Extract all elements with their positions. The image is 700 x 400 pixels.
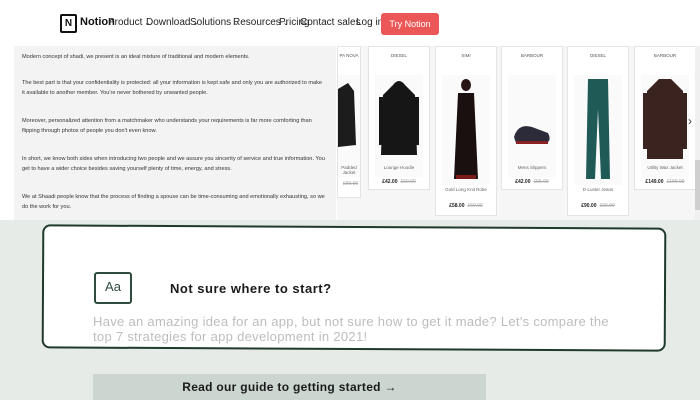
try-notion-free-button[interactable]: Try Notion free: [381, 13, 439, 51]
product-name: Padded Jacket: [341, 165, 357, 175]
product-old-price: £55.00: [533, 179, 549, 185]
nav-label: Product: [108, 17, 143, 28]
wax-jacket-icon: [641, 75, 689, 177]
contact-sales-link[interactable]: Contact sales: [300, 17, 361, 28]
product-name: Lounge Hoodie: [383, 165, 415, 170]
product-price: £149.00 £189.00: [635, 179, 695, 185]
product-name: D-Luster Jeans: [582, 187, 614, 192]
notion-logo-icon[interactable]: N: [60, 14, 77, 33]
slipper-icon: [508, 75, 556, 177]
jeans-icon: [574, 75, 622, 185]
product-price: £42.00 £60.00: [369, 179, 429, 185]
product-old-price: £99.99: [599, 203, 615, 209]
product-card[interactable]: DIESEL D-Luster Jeans £90.00 £99.99: [567, 46, 629, 216]
product-brand: PA NOVA: [339, 53, 359, 58]
article-paragraph: The best part is that your confidentiali…: [22, 80, 323, 96]
product-carousel: PA NOVA Padded Jacket £59.99 DIESEL Loun…: [337, 46, 700, 220]
product-old-price: £59.99: [342, 181, 359, 187]
product-name: Mens Slippers: [517, 165, 547, 170]
product-brand: SIMI: [461, 53, 471, 58]
callout-title: Not sure where to start?: [170, 281, 332, 296]
product-old-price: £189.00: [666, 179, 685, 185]
top-nav: N Notion Product ⌄ Download ⌄ Solutions ⌄ R…: [0, 0, 700, 51]
jacket-icon: [338, 75, 360, 177]
product-price: £59.99: [338, 181, 360, 187]
typography-icon: Aa: [94, 272, 132, 304]
article-paragraph: We at Shaadi people know that the proces…: [22, 194, 325, 210]
product-name: Utility Wax Jacket: [647, 165, 683, 170]
login-link[interactable]: Log in: [356, 17, 383, 28]
product-name: Gold Long Knit Robe: [445, 187, 487, 192]
nav-label: Download: [146, 17, 191, 28]
article-paragraph: Modern concept of shadi, we present is a…: [22, 54, 250, 60]
scrollbar-thumb[interactable]: [695, 160, 700, 210]
hoodie-icon: [375, 75, 423, 177]
product-current-price: £42.00: [382, 179, 398, 185]
nav-item-product[interactable]: Product ⌄: [108, 17, 150, 28]
product-current-price: £58.00: [449, 203, 465, 209]
product-current-price: £149.00: [645, 179, 664, 185]
product-brand: DIESEL: [390, 53, 407, 58]
product-brand: BARBOUR: [520, 53, 544, 58]
product-brand: BARBOUR: [653, 53, 677, 58]
robe-icon: [442, 75, 490, 185]
product-old-price: £69.99: [467, 203, 483, 209]
article-text-panel: Modern concept of shadi, we present is a…: [14, 46, 336, 222]
article-paragraph: Moreover, personalized attention from a …: [22, 118, 312, 134]
product-card[interactable]: DIESEL Lounge Hoodie £42.00 £60.00: [368, 46, 430, 190]
product-price: £58.00 £69.99: [436, 203, 496, 209]
product-current-price: £42.00: [515, 179, 531, 185]
product-brand: DIESEL: [589, 53, 606, 58]
product-old-price: £60.00: [400, 179, 416, 185]
nav-item-solutions[interactable]: Solutions ⌄: [190, 17, 239, 28]
product-card[interactable]: PA NOVA Padded Jacket £59.99: [337, 46, 361, 198]
nav-label: Resources: [233, 17, 281, 28]
read-guide-button[interactable]: Read our guide to getting started →: [93, 374, 486, 400]
product-current-price: £90.00: [581, 203, 597, 209]
product-card[interactable]: SIMI Gold Long Knit Robe £58.00 £69.99: [435, 46, 497, 216]
nav-label: Solutions: [190, 17, 232, 28]
article-paragraph: In short, we know both sides when introd…: [22, 156, 325, 172]
product-price: £90.00 £99.99: [568, 203, 628, 209]
product-card[interactable]: BARBOUR Utility Wax Jacket £149.00 £189.0…: [634, 46, 696, 190]
product-card[interactable]: BARBOUR Mens Slippers £42.00 £55.00: [501, 46, 563, 190]
carousel-next-icon[interactable]: ›: [688, 114, 692, 128]
callout-body: Have an amazing idea for an app, but not…: [93, 314, 609, 344]
product-price: £42.00 £55.00: [502, 179, 562, 185]
